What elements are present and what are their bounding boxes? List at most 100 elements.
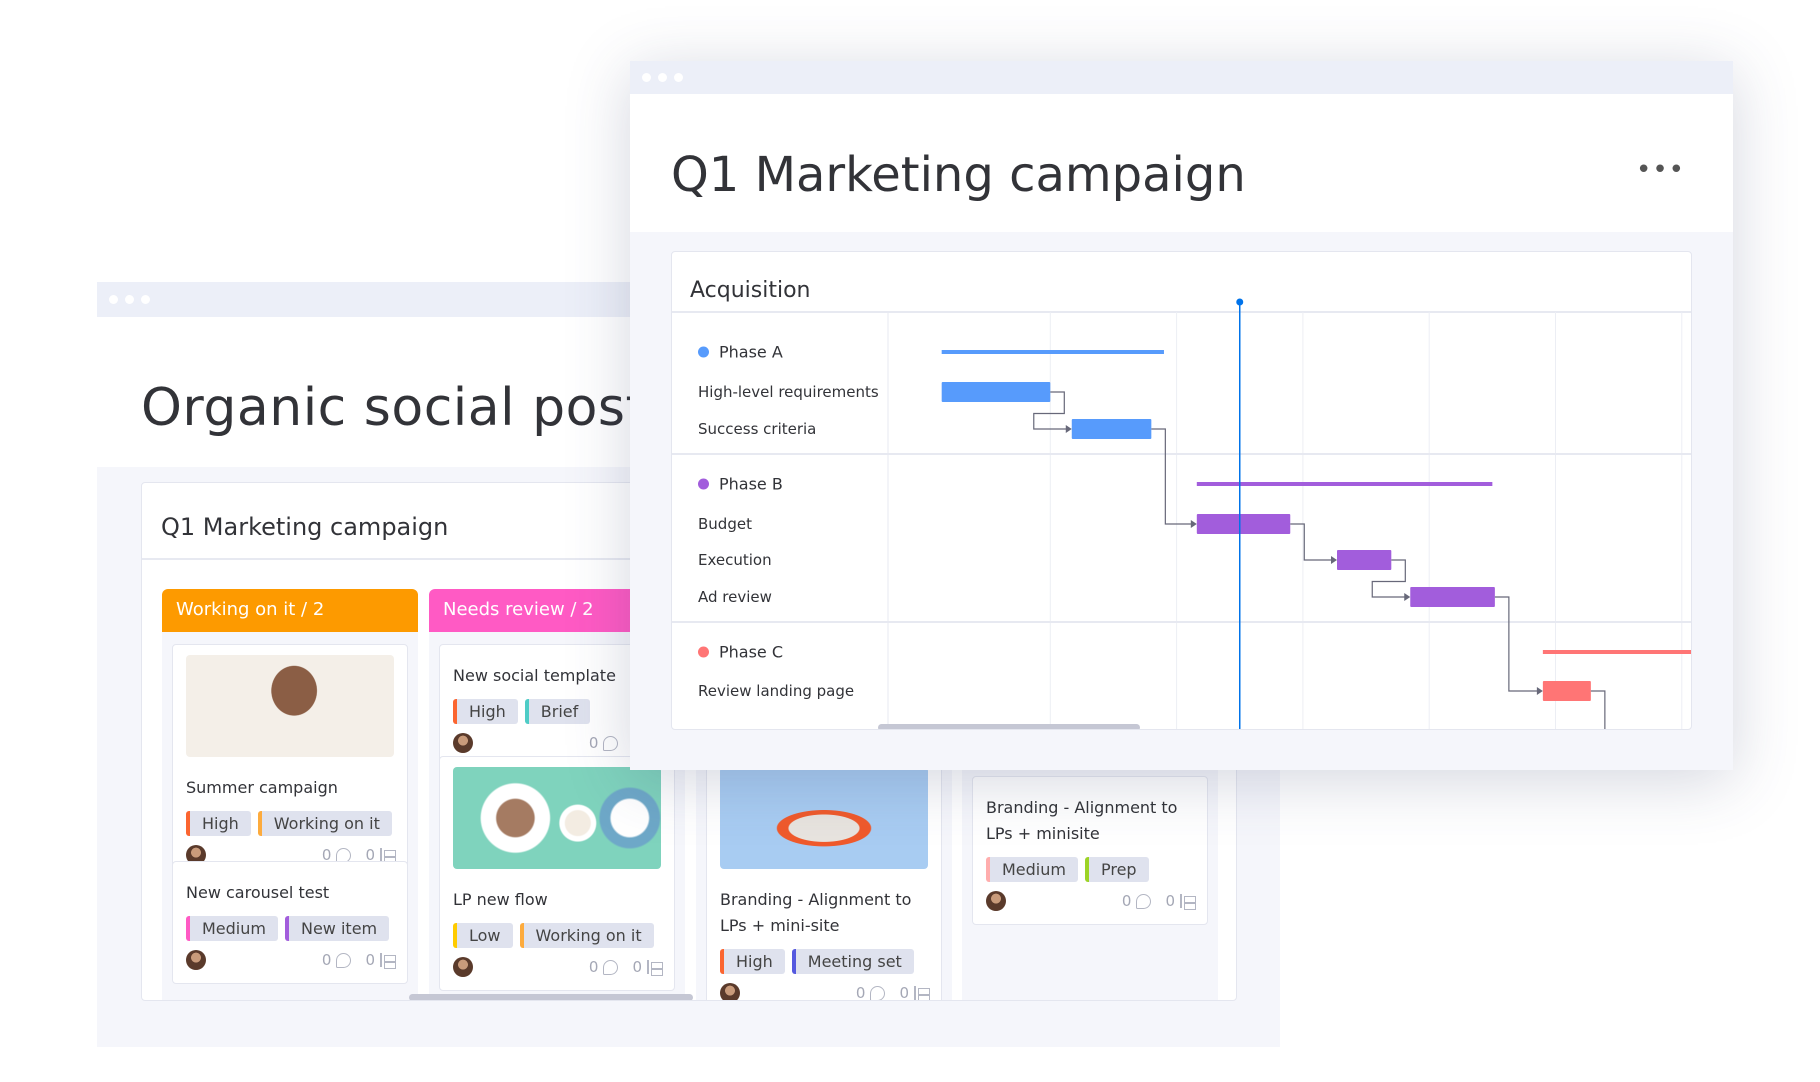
card[interactable]: Branding - Alignment to LPs + mini-site H… — [706, 756, 942, 1001]
status-tag[interactable]: Brief — [524, 699, 591, 724]
subitem-count: 0 — [1165, 892, 1175, 910]
dependency-arrow-icon — [1404, 593, 1411, 601]
phase-summary-bar[interactable] — [941, 350, 1164, 354]
status-tag[interactable]: New item — [284, 916, 390, 941]
card-image — [186, 655, 394, 757]
subitems-icon[interactable] — [380, 848, 396, 864]
gantt-chart: Acquisition Phase A High-level requiremen… — [671, 251, 1692, 730]
subitems-icon[interactable] — [914, 986, 930, 1000]
horizontal-scrollbar[interactable] — [878, 724, 1140, 729]
card-title: LP new flow — [453, 890, 548, 909]
card[interactable]: Branding - Alignment to LPs + minisite Me… — [972, 776, 1208, 925]
comment-count: 0 — [588, 734, 599, 752]
phase-dot-icon — [698, 646, 709, 658]
status-tag[interactable]: Low — [453, 923, 513, 948]
today-marker-dot — [1236, 298, 1244, 306]
phase-summary-bar[interactable] — [1196, 482, 1493, 486]
status-tag[interactable]: Medium — [186, 916, 278, 941]
gantt-area: Acquisition Phase A High-level requiremen… — [630, 232, 1733, 770]
avatar[interactable] — [720, 983, 740, 1000]
tag-list: Medium New item — [186, 916, 394, 941]
status-tag[interactable]: Medium — [986, 857, 1078, 882]
comment-icon[interactable] — [336, 952, 352, 968]
task-label: Ad review — [698, 588, 772, 606]
subitems-icon[interactable] — [647, 960, 663, 976]
window-dot-icon[interactable] — [642, 73, 651, 82]
board-column: Working on it / 2 Summer campaign High Work… — [162, 589, 418, 1000]
status-tag[interactable]: High — [186, 811, 251, 836]
gantt-timeline — [672, 298, 1692, 729]
comment-count: 0 — [1121, 892, 1132, 910]
card[interactable]: New carousel test Medium New item 0 0 — [172, 861, 408, 984]
comment-icon[interactable] — [870, 985, 886, 1000]
status-tag[interactable]: Prep — [1084, 857, 1149, 882]
comment-icon[interactable] — [1136, 893, 1152, 909]
subitems-icon[interactable] — [380, 953, 396, 969]
more-dots-icon[interactable]: ••• — [1636, 157, 1685, 183]
comment-icon[interactable] — [603, 959, 619, 975]
subitem-count: 0 — [365, 951, 375, 969]
page-title: Q1 Marketing campaign — [671, 147, 1246, 203]
phase-label: Phase C — [719, 642, 784, 662]
status-tag[interactable]: High — [720, 949, 785, 974]
window-dot-icon[interactable] — [674, 73, 683, 82]
card-footer: 0 0 — [186, 947, 396, 973]
task-bar[interactable] — [1542, 681, 1591, 701]
task-label: High-level requirements — [698, 383, 879, 401]
task-bar[interactable] — [1337, 550, 1392, 570]
dependency-connector — [1494, 596, 1541, 692]
window-dot-icon[interactable] — [658, 73, 667, 82]
phase-dot-icon — [698, 346, 709, 358]
comment-icon[interactable] — [603, 735, 619, 751]
avatar[interactable] — [453, 733, 473, 753]
phase-dot-icon — [698, 478, 709, 490]
tag-list: High Meeting set — [720, 949, 928, 974]
window-dot-icon[interactable] — [125, 295, 134, 304]
window-dot-icon[interactable] — [109, 295, 118, 304]
card-image — [720, 767, 928, 869]
task-label: Review landing page — [698, 682, 855, 700]
task-bar[interactable] — [1196, 514, 1291, 534]
avatar[interactable] — [453, 957, 473, 977]
card-footer: 0 0 — [720, 980, 930, 1001]
dependency-connector — [1290, 523, 1336, 561]
comment-count: 0 — [321, 951, 332, 969]
page-title: Organic social posts — [141, 378, 674, 438]
card[interactable]: LP new flow Low Working on it 0 0 — [439, 756, 675, 991]
dependency-arrow-icon — [1331, 556, 1338, 564]
comment-count: 0 — [588, 958, 599, 976]
dependency-connector — [1590, 690, 1606, 729]
tag-list: Medium Prep — [986, 857, 1194, 882]
card-image — [453, 767, 661, 869]
status-tag[interactable]: Working on it — [519, 923, 654, 948]
phase-summary-bar[interactable] — [1542, 650, 1692, 654]
avatar[interactable] — [986, 891, 1006, 911]
tag-list: Low Working on it — [453, 923, 661, 948]
card-title: New carousel test — [186, 883, 330, 902]
status-tag[interactable]: High — [453, 699, 518, 724]
card-title: Branding - Alignment to LPs + mini-site — [720, 890, 912, 935]
card[interactable]: Summer campaign High Working on it 0 0 — [172, 644, 408, 879]
avatar[interactable] — [186, 950, 206, 970]
card-title: Branding - Alignment to LPs + minisite — [986, 798, 1178, 843]
dependency-connector — [1151, 428, 1195, 525]
task-bar[interactable] — [1071, 419, 1152, 439]
subitems-icon[interactable] — [1180, 894, 1196, 910]
status-tag[interactable]: Meeting set — [791, 949, 914, 974]
card-footer: 0 0 — [453, 954, 663, 980]
column-header[interactable]: Working on it / 2 — [162, 589, 418, 632]
card-footer: 0 0 — [986, 888, 1196, 914]
dependency-arrow-icon — [1536, 687, 1543, 695]
status-tag[interactable]: Working on it — [257, 811, 392, 836]
window-dot-icon[interactable] — [141, 295, 150, 304]
board-title: Q1 Marketing campaign — [161, 513, 449, 541]
horizontal-scrollbar[interactable] — [409, 994, 693, 1000]
subitem-count: 0 — [899, 984, 909, 1001]
dependency-arrow-icon — [1065, 425, 1072, 433]
task-bar[interactable] — [1410, 587, 1495, 607]
task-bar[interactable] — [941, 382, 1051, 402]
gantt-window: Q1 Marketing campaign ••• Acquisition Ph… — [630, 61, 1733, 770]
comment-count: 0 — [855, 984, 866, 1001]
subitem-count: 0 — [632, 958, 642, 976]
phase-label: Phase A — [719, 342, 783, 362]
